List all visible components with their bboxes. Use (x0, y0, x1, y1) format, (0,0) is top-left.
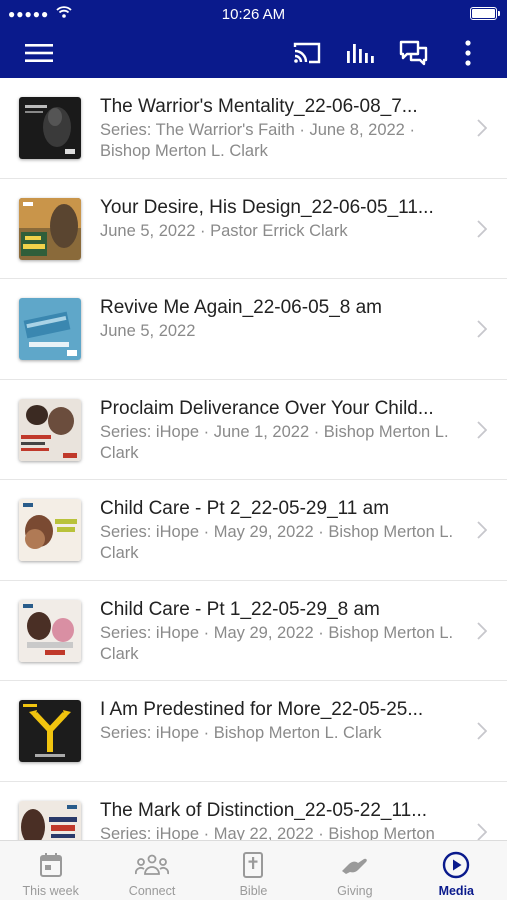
sermon-thumbnail (19, 398, 81, 461)
audio-bars-icon[interactable] (343, 36, 377, 70)
sermon-list-item[interactable]: Proclaim Deliverance Over Your Child... … (0, 379, 507, 480)
chat-icon[interactable] (397, 36, 431, 70)
status-time: 10:26 AM (221, 6, 286, 23)
item-title: Child Care - Pt 2_22-05-29_11 am (100, 498, 390, 519)
sermon-thumbnail (19, 499, 81, 561)
more-vertical-icon[interactable] (451, 36, 485, 70)
item-subtitle: Series: iHope · May 29, 2022 · Bishop Me… (100, 523, 454, 562)
app-bar (0, 28, 507, 78)
item-title: Revive Me Again_22-06-05_8 am (100, 297, 383, 318)
sermon-list-item[interactable]: Revive Me Again_22-06-05_8 am June 5, 20… (0, 279, 507, 380)
tab-bible[interactable]: Bible (203, 841, 304, 900)
sermon-list-item[interactable]: Child Care - Pt 2_22-05-29_11 am Series:… (0, 480, 507, 581)
sermon-thumbnail (19, 298, 81, 360)
tab-connect[interactable]: Connect (101, 841, 202, 900)
tab-giving[interactable]: Giving (304, 841, 405, 900)
sermon-list-item[interactable]: Your Desire, His Design_22-06-05_11... J… (0, 178, 507, 279)
chevron-right-icon (477, 621, 488, 645)
chevron-right-icon (477, 521, 488, 544)
people-icon (101, 851, 202, 879)
item-title: The Mark of Distinction_22-05-22_11... (100, 799, 428, 821)
item-title: The Warrior's Mentality_22-06-08_7... (100, 96, 418, 117)
item-subtitle: June 5, 2022 (100, 322, 196, 340)
tab-this-week[interactable]: This week (0, 841, 101, 900)
chevron-right-icon (477, 219, 488, 243)
cast-icon[interactable] (290, 36, 324, 70)
sermon-thumbnail (19, 700, 81, 762)
play-circle-icon (406, 851, 507, 879)
item-title: Child Care - Pt 1_22-05-29_8 am (100, 598, 380, 620)
sermon-list-item[interactable]: The Mark of Distinction_22-05-22_11... S… (0, 781, 507, 841)
sermon-list-item[interactable]: I Am Predestined for More_22-05-25... Se… (0, 681, 507, 782)
status-bar: ●●●●● 10:26 AM (0, 0, 507, 28)
chevron-right-icon (477, 822, 488, 840)
item-subtitle: Series: iHope · June 1, 2022 · Bishop Me… (100, 422, 449, 462)
item-subtitle: Series: The Warrior's Faith · June 8, 20… (100, 121, 415, 160)
sermon-list-item[interactable]: The Warrior's Mentality_22-06-08_7... Se… (0, 78, 507, 179)
item-title: Proclaim Deliverance Over Your Child... (100, 397, 434, 419)
sermon-list: The Warrior's Mentality_22-06-08_7... Se… (0, 78, 507, 840)
tab-bar: This week Connect Bible Giving Media (0, 840, 507, 900)
bible-icon (203, 851, 304, 879)
battery-icon (470, 7, 500, 20)
chevron-right-icon (477, 320, 488, 343)
item-title: I Am Predestined for More_22-05-25... (100, 699, 424, 720)
tab-label: This week (22, 884, 79, 898)
item-subtitle: Series: iHope · May 22, 2022 · Bishop Me… (100, 824, 435, 841)
chevron-right-icon (477, 722, 488, 745)
item-title: Your Desire, His Design_22-06-05_11... (100, 196, 434, 218)
sermon-thumbnail (19, 197, 81, 260)
sermon-thumbnail (19, 599, 81, 662)
tab-media[interactable]: Media (406, 841, 507, 900)
sermon-thumbnail (19, 800, 81, 840)
tab-label: Giving (337, 884, 373, 898)
giving-hand-icon (304, 851, 405, 879)
tab-label: Connect (128, 884, 176, 898)
item-subtitle: Series: iHope · Bishop Merton L. Clark (100, 724, 382, 742)
item-subtitle: Series: iHope · May 29, 2022 · Bishop Me… (100, 623, 454, 663)
sermon-thumbnail (19, 97, 81, 159)
tab-label: Media (438, 884, 474, 898)
menu-icon[interactable] (22, 36, 56, 70)
chevron-right-icon (477, 119, 488, 142)
sermon-list-item[interactable]: Child Care - Pt 1_22-05-29_8 am Series: … (0, 580, 507, 681)
calendar-icon (0, 851, 101, 879)
tab-label: Bible (239, 884, 268, 898)
item-subtitle: June 5, 2022 · Pastor Errick Clark (100, 221, 348, 240)
chevron-right-icon (477, 420, 488, 444)
